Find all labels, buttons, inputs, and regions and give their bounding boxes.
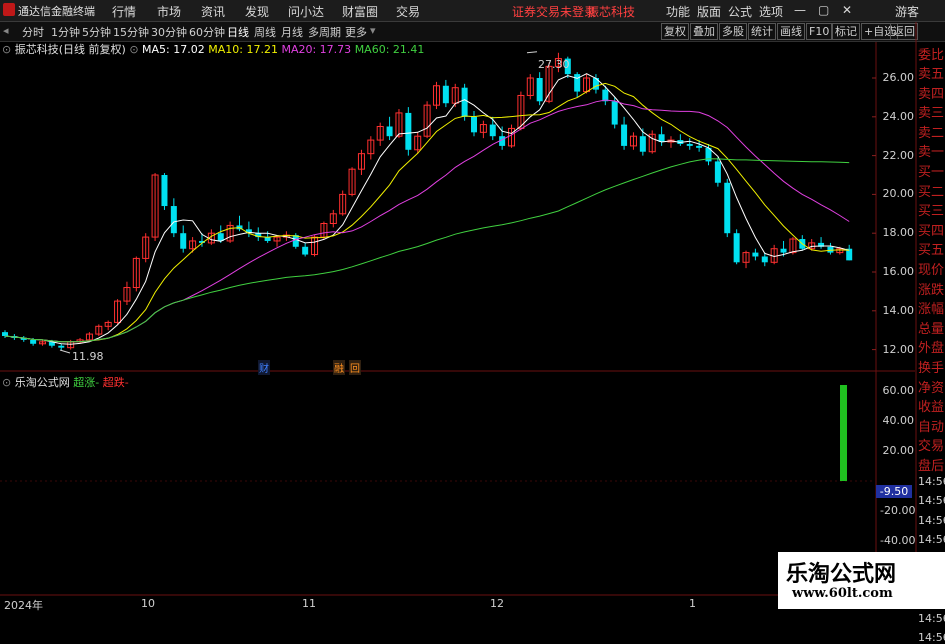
candle-body (574, 74, 581, 92)
x-tick: 1 (689, 597, 696, 610)
candle-body (180, 233, 187, 249)
candle-body (621, 124, 628, 146)
settings-icon[interactable]: ⊙ (2, 376, 11, 389)
indicator-tick: 40.00 (882, 414, 915, 427)
candle-body (2, 332, 8, 337)
quote-row-label: 14:56 (918, 611, 945, 625)
marker-finance[interactable]: 财 (258, 360, 270, 375)
ma60-line (4, 158, 850, 343)
quote-row-label: 卖五 (918, 67, 945, 82)
candle-body (405, 112, 412, 150)
candle-body (827, 246, 834, 253)
watermark: 乐淘公式网 www.60lt.com (778, 552, 945, 609)
indicator-header: ⊙ 乐淘公式网 超涨- 超跌- (2, 376, 129, 389)
indicator-tick: -20.00 (880, 504, 916, 517)
candle-body (696, 145, 703, 148)
chart-grid (0, 22, 917, 596)
candle-body (733, 233, 740, 263)
quote-row-label: 14:56 (918, 631, 945, 644)
indicator-line2: 超跌 (102, 376, 125, 389)
candles (2, 52, 853, 350)
high-price-label: 27.30 (538, 58, 570, 71)
order-ratio-label: 委比 (918, 48, 945, 63)
quote-row-label: 交易 (918, 439, 945, 455)
indicator-line1: 超涨 (73, 376, 96, 389)
quote-row-label: 买三 (918, 204, 945, 220)
quote-row-label: 外盘 (918, 341, 945, 357)
x-tick: 10 (141, 597, 155, 610)
marker-buyback[interactable]: 回 (349, 360, 361, 375)
candle-body (170, 206, 177, 234)
candle-body (536, 78, 543, 102)
candle-body (471, 116, 477, 133)
quote-row-label: 卖四 (918, 86, 945, 102)
watermark-url: www.60lt.com (792, 586, 893, 601)
quote-row-label: 盘后 (918, 459, 945, 474)
quote-row-label: 卖三 (918, 106, 945, 122)
x-tick: 11 (302, 597, 316, 610)
quote-row-label: 卖二 (918, 125, 945, 141)
price-tick: 16.00 (882, 265, 915, 278)
quote-row-label: 卖一 (918, 145, 945, 161)
price-tick: 18.00 (882, 226, 915, 240)
chart-canvas[interactable] (0, 0, 945, 609)
quote-row-label: 自动 (918, 419, 945, 435)
indicator-tick: 20.00 (882, 444, 915, 457)
current-value-badge: -9.50 (876, 485, 912, 498)
indicator-name[interactable]: 乐淘公式网 (15, 376, 70, 389)
price-tick: 14.00 (882, 303, 915, 317)
candle-body (461, 87, 468, 117)
quote-row-label: 换手 (918, 361, 945, 376)
candle-body (489, 124, 496, 137)
quote-row-label: 14:56 (918, 474, 945, 488)
candle-body (58, 345, 65, 348)
watermark-title: 乐淘公式网 (786, 562, 897, 587)
marker-margin[interactable]: 融 (333, 360, 345, 375)
low-arrow (59, 349, 71, 354)
candle-body (752, 252, 759, 257)
candle-body (611, 101, 618, 125)
quote-row-label: 净资 (918, 380, 945, 396)
price-tick: 20.00 (882, 187, 915, 201)
low-price-label: 11.98 (72, 350, 104, 363)
price-tick: 22.00 (882, 148, 915, 162)
quote-row-label: 买五 (918, 243, 945, 259)
indicator-tick: 60.00 (882, 384, 915, 397)
candle-body (30, 339, 37, 344)
quote-row-label: 涨幅 (918, 302, 945, 318)
candle-body (780, 248, 787, 253)
quote-row-label: 14:56 (918, 494, 945, 508)
indicator-bar (840, 385, 847, 481)
price-tick: 12.00 (882, 342, 915, 356)
x-tick: 2024年 (4, 599, 43, 612)
quote-row-label: 买一 (918, 165, 945, 180)
quote-row-label: 涨跌 (918, 282, 945, 298)
indicator-tick: -40.00 (880, 534, 916, 547)
candle-body (386, 126, 393, 137)
candle-body (302, 246, 309, 255)
candle-body (161, 175, 168, 207)
quote-row-label: 14:56 (918, 513, 945, 527)
price-tick: 26.00 (882, 71, 915, 84)
price-tick: 24.00 (882, 109, 915, 123)
quote-row-label: 买二 (918, 184, 945, 200)
candle-body (686, 143, 693, 146)
quote-row-label: 收益 (918, 400, 945, 416)
indicator-panel (840, 385, 847, 481)
quote-row-label: 总量 (918, 321, 945, 337)
x-tick: 12 (490, 597, 504, 610)
quote-row-label: 14:56 (918, 533, 945, 547)
candle-body (761, 256, 768, 263)
ma-lines (4, 51, 850, 354)
candle-body (714, 161, 721, 183)
candle-body (724, 182, 731, 234)
quote-row-label: 现价 (918, 263, 945, 278)
high-arrow (526, 51, 538, 54)
quote-row-label: 买四 (918, 223, 945, 239)
candle-body (442, 85, 449, 104)
candle-body (639, 136, 646, 152)
